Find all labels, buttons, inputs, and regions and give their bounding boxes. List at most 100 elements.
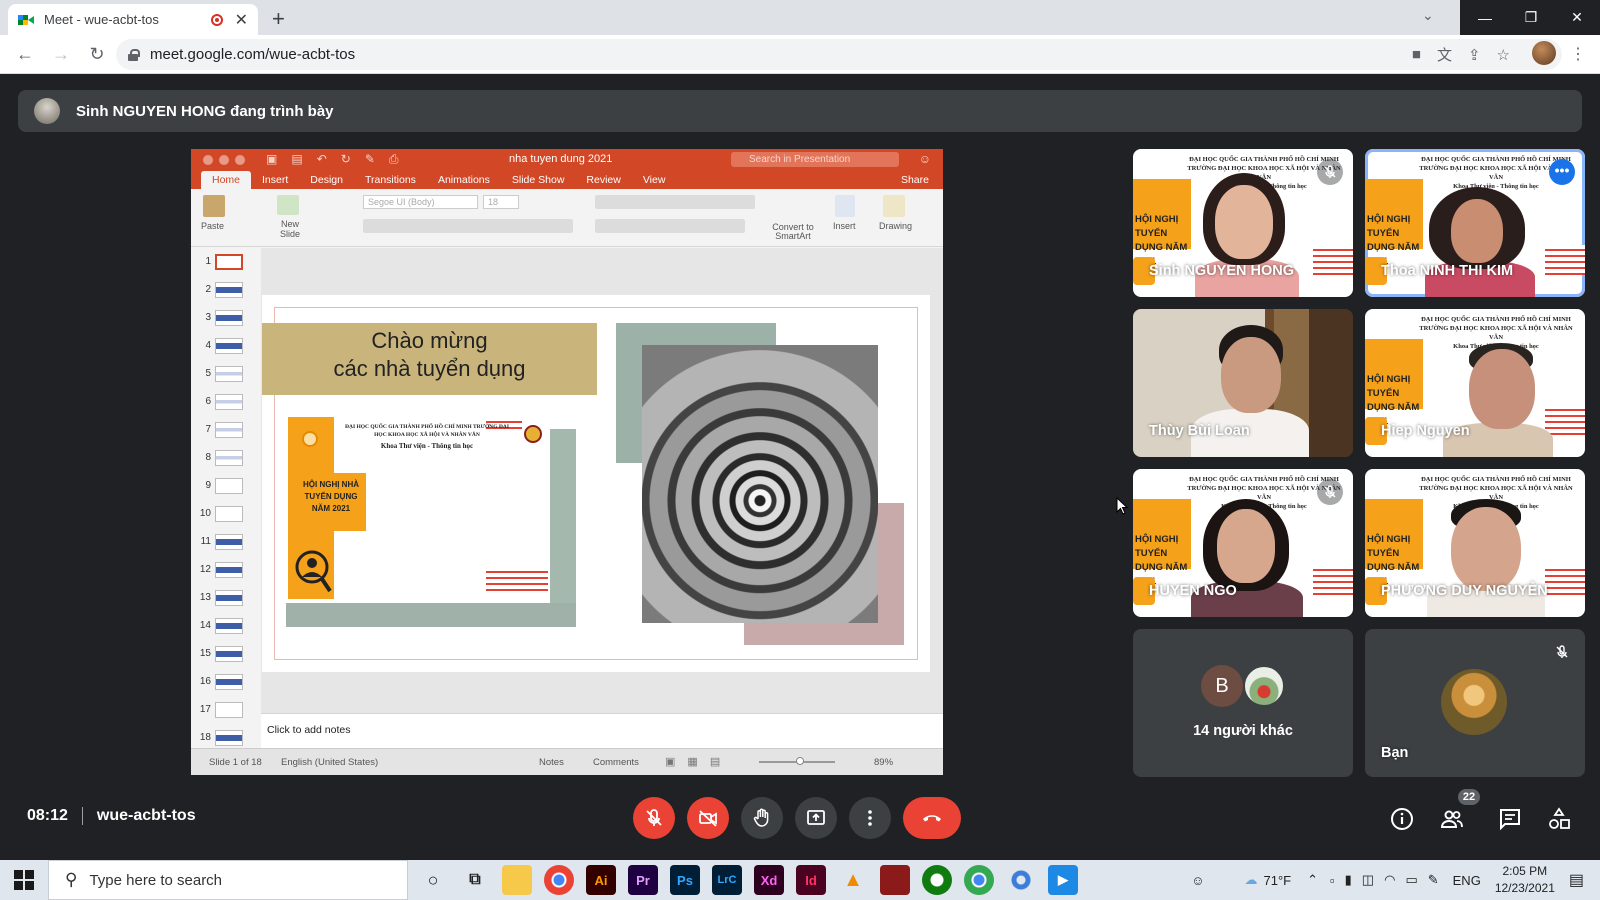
task-view-icon[interactable]: ⧉ (460, 865, 490, 895)
xd-icon[interactable]: Xd (754, 865, 784, 895)
slide-number: 12 (199, 564, 211, 575)
camera-tray-icon[interactable]: ◫ (1362, 872, 1374, 888)
participant-tile[interactable]: HỘI NGHỊ TUYỂN DỤNG NĂM 2021 ĐẠI HỌC QUỐ… (1365, 149, 1585, 297)
slide-thumbnail: 5 (191, 366, 261, 396)
bookmark-star-icon[interactable]: ☆ (1497, 46, 1510, 64)
photoshop-icon[interactable]: Ps (670, 865, 700, 895)
mic-tray-icon[interactable]: ▮ (1345, 872, 1352, 888)
profile-avatar[interactable] (1532, 41, 1556, 65)
paste-icon (203, 195, 225, 217)
indesign-icon[interactable]: Id (796, 865, 826, 895)
close-tab-icon[interactable]: ✕ (235, 10, 248, 30)
people-tray-icon[interactable]: ☺ (1191, 873, 1204, 888)
illustrator-icon[interactable]: Ai (586, 865, 616, 895)
meeting-code: wue-acbt-tos (96, 807, 196, 824)
tile-poster-header: ĐẠI HỌC QUỐC GIA THÀNH PHỐ HỒ CHÍ MINH T… (1419, 476, 1573, 501)
chrome-icon[interactable] (544, 865, 574, 895)
taskbar-clock[interactable]: 2:05 PM 12/23/2021 (1495, 863, 1555, 897)
slide-count: Slide 1 of 18 (209, 757, 262, 768)
battery-icon[interactable]: ▭ (1405, 872, 1417, 888)
end-call-icon (923, 815, 941, 822)
lightroom-icon[interactable]: LrC (712, 865, 742, 895)
camera-off-button[interactable] (687, 797, 729, 839)
slide-thumbnail: 3 (191, 310, 261, 340)
camera-in-use-icon[interactable]: ■ (1412, 46, 1421, 63)
participant-tile[interactable]: HỘI NGHỊ TUYỂN DỤNG NĂM 2021 ĐẠI HỌC QUỐ… (1133, 149, 1353, 297)
restore-icon[interactable]: ❐ (1508, 0, 1554, 35)
taskbar-search[interactable]: ⚲ Type here to search (48, 860, 408, 900)
poster-dept: Khoa Thư viện - Thông tin học (380, 442, 474, 450)
people-icon[interactable] (1440, 807, 1464, 831)
windows-start-icon[interactable] (14, 870, 34, 890)
chat-icon[interactable] (1498, 807, 1522, 831)
translate-icon[interactable]: 文 (1437, 44, 1452, 65)
paragraph-list-buttons (595, 195, 755, 209)
vlc-icon[interactable]: ▲ (838, 865, 868, 895)
ppt-tab-review: Review (586, 174, 621, 186)
cortana-icon[interactable]: ○ (418, 865, 448, 895)
tab-search-chevron-icon[interactable]: ⌄ (1422, 7, 1434, 24)
notification-icon[interactable]: ▤ (1569, 870, 1584, 890)
self-tile[interactable]: Bạn (1365, 629, 1585, 777)
input-language[interactable]: ENG (1453, 873, 1481, 888)
microphone-off-button[interactable] (633, 797, 675, 839)
slide-thumbnail: 8 (191, 450, 261, 480)
comments-toggle: Comments (593, 757, 639, 768)
share-icon[interactable]: ⇪ (1468, 46, 1481, 64)
edit-icon: ✎ (364, 152, 375, 166)
more-options-icon[interactable]: ••• (1549, 159, 1575, 185)
mac-window-dots (203, 155, 245, 165)
self-name: Bạn (1381, 745, 1409, 761)
recording-icon (210, 13, 223, 26)
app-red-icon[interactable] (880, 865, 910, 895)
slide-thumbnail-image (215, 674, 243, 690)
activities-icon[interactable] (1547, 807, 1571, 831)
ppt-ribbon-tabs: Home Insert Design Transitions Animation… (191, 171, 943, 189)
slide-thumbnail-image (215, 506, 243, 522)
participant-tile[interactable]: HỘI NGHỊ TUYỂN DỤNG NĂM 2021 ĐẠI HỌC QUỐ… (1365, 469, 1585, 617)
slide-thumbnail: 13 (191, 590, 261, 620)
participant-tile[interactable]: Thùy Bùi Loan (1133, 309, 1353, 457)
premiere-icon[interactable]: Pr (628, 865, 658, 895)
new-tab-button[interactable]: + (272, 6, 285, 32)
file-explorer-icon[interactable] (502, 865, 532, 895)
mouse-cursor-icon (1116, 497, 1128, 515)
app-ring-icon[interactable] (1006, 865, 1036, 895)
slide-thumbnail-image (215, 646, 243, 662)
present-screen-icon (807, 810, 825, 825)
address-bar[interactable]: meet.google.com/wue-acbt-tos ■ 文 ⇪ ☆ (116, 39, 1562, 70)
participant-name: HUYEN NGO (1149, 583, 1237, 599)
participant-tile[interactable]: HỘI NGHỊ TUYỂN DỤNG NĂM 2021 ĐẠI HỌC QUỐ… (1133, 469, 1353, 617)
insert-label: Insert (833, 221, 856, 231)
notes-toggle: Notes (539, 757, 564, 768)
reload-icon[interactable]: ↻ (86, 44, 108, 65)
minimize-icon[interactable]: — (1462, 0, 1508, 35)
close-window-icon[interactable]: ✕ (1554, 0, 1600, 35)
xbox-icon[interactable] (922, 865, 952, 895)
slide-thumbnail-image (215, 422, 243, 438)
browser-tab-meet[interactable]: Meet - wue-acbt-tos ✕ (8, 4, 258, 35)
leave-call-button[interactable] (903, 797, 961, 839)
lock-icon[interactable] (128, 48, 140, 61)
raise-hand-button[interactable] (741, 797, 783, 839)
app-blue-icon[interactable]: ▶ (1048, 865, 1078, 895)
poster-event-title: HỘI NGHỊ NHÀ TUYỂN DỤNG NĂM 2021 (296, 473, 366, 531)
others-tile[interactable]: B 14 người khác (1133, 629, 1353, 777)
pen-icon[interactable]: ✎ (1428, 872, 1439, 888)
meeting-details-icon[interactable] (1390, 807, 1414, 831)
browser-menu-icon[interactable]: ⋮ (1570, 44, 1586, 64)
ppt-titlebar: ▣ ▤ ↶ ↻ ✎ ⎙ nha tuyen dung 2021 Search i… (191, 149, 943, 171)
drawing-label: Drawing (879, 221, 913, 231)
tray-chevron-icon[interactable]: ⌃ (1307, 872, 1318, 888)
back-icon[interactable]: ← (14, 44, 36, 65)
forward-icon[interactable]: → (50, 44, 72, 65)
tray-app-icon[interactable]: ▫ (1330, 873, 1335, 888)
wifi-icon[interactable]: ◠ (1384, 872, 1395, 888)
slide-number: 17 (199, 704, 211, 715)
weather-temp[interactable]: 71°F (1264, 873, 1292, 888)
meeting-info: 08:12 wue-acbt-tos (27, 807, 196, 825)
present-now-button[interactable] (795, 797, 837, 839)
participant-tile[interactable]: HỘI NGHỊ TUYỂN DỤNG NĂM 2021 ĐẠI HỌC QUỐ… (1365, 309, 1585, 457)
more-options-button[interactable] (849, 797, 891, 839)
chrome-profile-icon[interactable] (964, 865, 994, 895)
